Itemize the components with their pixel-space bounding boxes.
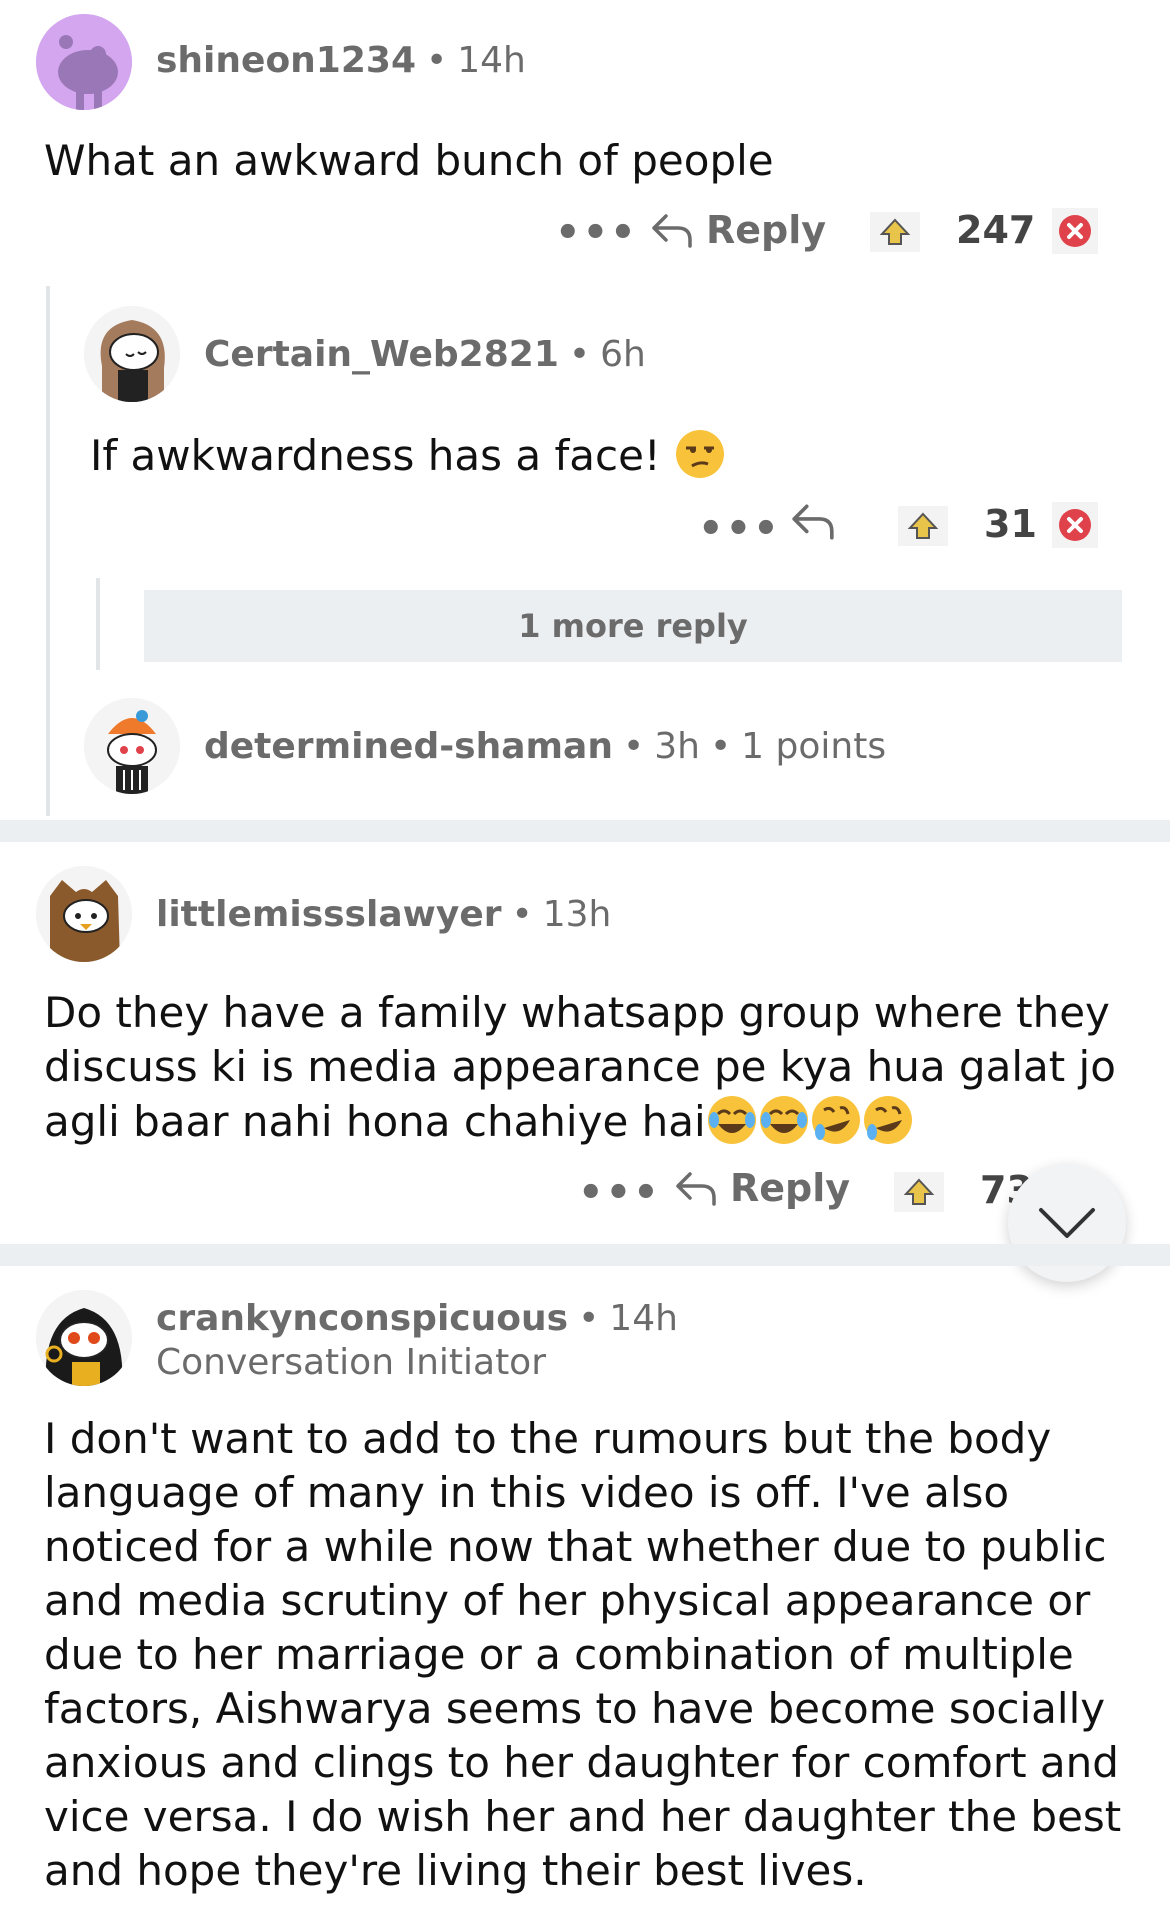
comment-text: What an awkward bunch of people <box>44 136 774 185</box>
username[interactable]: Certain_Web2821 <box>204 334 559 375</box>
username[interactable]: shineon1234 <box>156 40 416 81</box>
comment-text-content: If awkwardness has a face! <box>90 431 661 480</box>
reply-button[interactable]: Reply <box>650 208 826 252</box>
avatar[interactable] <box>84 306 180 402</box>
reply-button[interactable] <box>790 500 836 546</box>
thread-line[interactable] <box>46 286 50 816</box>
timestamp: 3h <box>654 726 700 767</box>
emoji-rofl <box>811 1096 860 1144</box>
snoo-avatar-icon <box>36 1290 132 1386</box>
reply-label: Reply <box>730 1166 851 1210</box>
upvote-icon[interactable] <box>870 212 920 256</box>
comment-text: Do they have a family whatsapp group whe… <box>44 986 1134 1149</box>
comment-meta: determined-shaman • 3h • 1 points <box>204 726 887 767</box>
username[interactable]: determined-shaman <box>204 726 613 767</box>
comment-text: If awkwardness has a face! <box>90 428 1130 483</box>
more-replies-label: 1 more reply <box>518 607 748 645</box>
comment-text: I don't want to add to the rumours but t… <box>44 1414 1122 1895</box>
upvote-icon[interactable] <box>898 506 948 550</box>
comment-meta: shineon1234 • 14h <box>156 40 526 81</box>
timestamp: 14h <box>609 1298 678 1339</box>
vote-count: 31 <box>984 502 1037 546</box>
user-flair: Conversation Initiator <box>156 1342 547 1383</box>
comment-meta: littlemissslawyer • 13h <box>156 894 612 935</box>
emoji-tears-of-joy <box>759 1096 808 1144</box>
nested-thread-line[interactable] <box>96 578 100 670</box>
comment-text-content: Do they have a family whatsapp group whe… <box>44 988 1116 1146</box>
vote-count: 247 <box>956 208 1036 252</box>
comment-meta: crankynconspicuous • 14h <box>156 1298 678 1339</box>
emoji-rofl <box>863 1096 912 1144</box>
comment-divider <box>0 820 1170 842</box>
avatar[interactable] <box>36 14 132 110</box>
timestamp: 13h <box>542 894 612 935</box>
snoo-avatar-icon <box>36 14 132 110</box>
reply-label: Reply <box>706 208 827 252</box>
username[interactable]: littlemissslawyer <box>156 894 502 935</box>
snoo-avatar-icon <box>36 866 132 962</box>
reply-icon <box>792 504 834 540</box>
avatar[interactable] <box>36 1290 132 1386</box>
timestamp: 14h <box>457 40 526 81</box>
scroll-down-icon <box>1039 1208 1095 1238</box>
reply-icon <box>676 1172 716 1206</box>
points: 1 points <box>741 726 887 767</box>
more-icon[interactable]: ••• <box>578 1170 661 1216</box>
snoo-avatar-icon <box>84 306 180 402</box>
reply-icon <box>652 214 692 248</box>
emoji-tears-of-joy <box>707 1096 756 1144</box>
downvote-icon[interactable] <box>1052 502 1098 552</box>
more-replies-button[interactable]: 1 more reply <box>144 590 1122 662</box>
comment-divider <box>0 1244 1170 1266</box>
username[interactable]: crankynconspicuous <box>156 1298 568 1339</box>
downvote-icon[interactable] <box>1052 208 1098 258</box>
snoo-avatar-icon <box>84 698 180 794</box>
avatar[interactable] <box>36 866 132 962</box>
avatar[interactable] <box>84 698 180 794</box>
timestamp: 6h <box>600 334 646 375</box>
reply-button[interactable]: Reply <box>674 1166 850 1210</box>
more-icon[interactable]: ••• <box>698 506 781 552</box>
upvote-icon[interactable] <box>894 1172 944 1216</box>
more-icon[interactable]: ••• <box>555 210 638 256</box>
comment-meta: Certain_Web2821 • 6h <box>204 334 646 375</box>
emoji-unamused <box>676 430 725 478</box>
